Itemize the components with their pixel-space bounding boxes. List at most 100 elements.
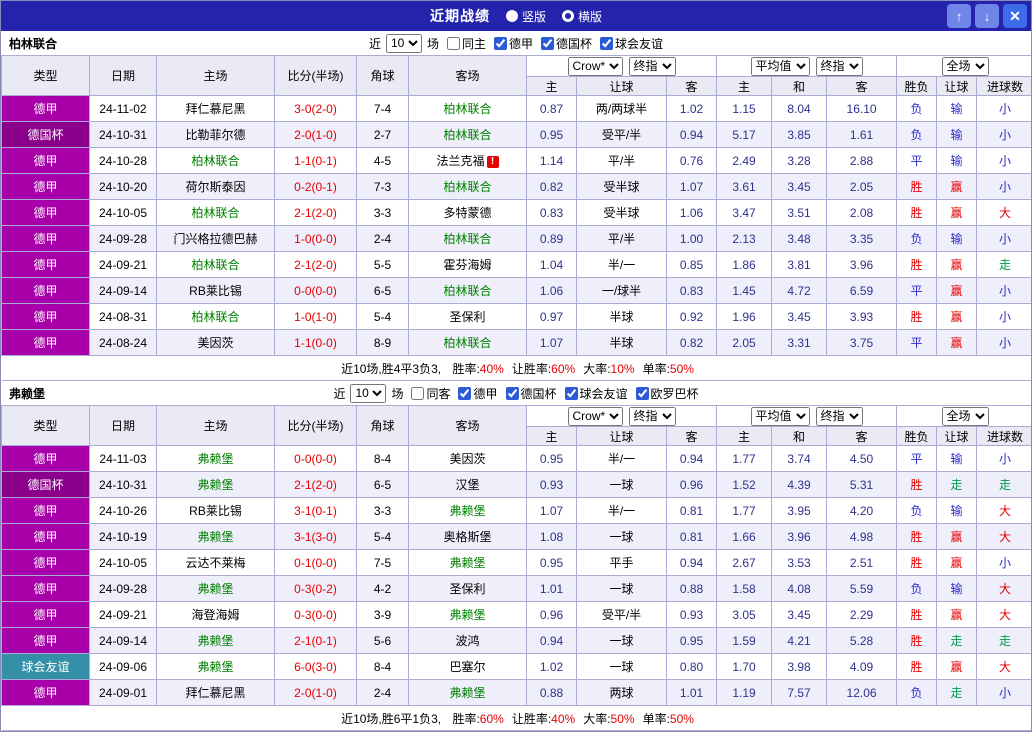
home-team-cell[interactable]: 柏林联合 — [156, 303, 275, 330]
euro-odds-source-select[interactable]: 终指 — [815, 56, 863, 76]
summary-stat-label: 单率: — [642, 711, 670, 726]
scope-select[interactable]: 全场 — [941, 56, 989, 76]
layout-horizontal-radio[interactable]: 横版 — [562, 8, 602, 25]
euro-draw-odds: 4.08 — [771, 575, 828, 602]
away-team-cell[interactable]: 波鸿 — [408, 627, 527, 654]
away-team-cell[interactable]: 霍芬海姆 — [408, 251, 527, 278]
home-team-cell[interactable]: 弗赖堡 — [156, 653, 275, 680]
same-venue-checkbox[interactable]: 同客 — [411, 385, 450, 402]
home-team-cell[interactable]: 柏林联合 — [156, 199, 275, 226]
away-team-cell[interactable]: 柏林联合 — [408, 225, 527, 252]
league-filter-checkbox-input[interactable] — [600, 36, 614, 50]
recent-label: 近 — [333, 386, 346, 401]
home-team-cell[interactable]: 柏林联合 — [156, 147, 275, 174]
home-team-cell[interactable]: 拜仁慕尼黑 — [156, 679, 275, 706]
away-team-cell[interactable]: 汉堡 — [408, 471, 527, 498]
league-filter-checkbox[interactable]: 德甲 — [458, 385, 498, 402]
away-team-cell[interactable]: 柏林联合 — [408, 173, 527, 200]
away-team-cell[interactable]: 柏林联合 — [408, 329, 527, 356]
result-outcome: 胜 — [896, 627, 938, 654]
result-handicap: 输 — [936, 95, 978, 122]
asian-line: 一球 — [576, 575, 667, 602]
away-team-cell[interactable]: 弗赖堡 — [408, 679, 527, 706]
home-team-cell[interactable]: 弗赖堡 — [156, 627, 275, 654]
corner-cell: 8-9 — [356, 329, 409, 356]
close-button[interactable]: ✕ — [1003, 4, 1027, 28]
league-filter-checkbox-input[interactable] — [505, 386, 519, 400]
home-team-cell[interactable]: 美因茨 — [156, 329, 275, 356]
same-venue-checkbox[interactable]: 同主 — [446, 35, 486, 52]
away-team-cell[interactable]: 弗赖堡 — [408, 497, 527, 524]
home-team-cell[interactable]: 柏林联合 — [156, 251, 275, 278]
league-filter-checkbox-input[interactable] — [635, 386, 649, 400]
move-up-button[interactable]: ↑ — [947, 4, 971, 28]
same-venue-checkbox-input[interactable] — [411, 386, 425, 400]
home-team-cell[interactable]: 海登海姆 — [156, 601, 275, 628]
alert-icon: ! — [486, 155, 499, 168]
league-filter-checkbox[interactable]: 德国杯 — [541, 35, 592, 52]
away-team-cell[interactable]: 巴塞尔 — [408, 653, 527, 680]
home-team-cell[interactable]: 弗赖堡 — [156, 575, 275, 602]
away-team-cell[interactable]: 法兰克福! — [408, 147, 527, 174]
home-team-cell[interactable]: 拜仁慕尼黑 — [156, 95, 275, 122]
league-filter-checkbox[interactable]: 德甲 — [494, 35, 533, 52]
away-team-cell[interactable]: 多特蒙德 — [408, 199, 527, 226]
date-cell: 24-11-02 — [89, 95, 157, 122]
radio-selected-icon — [562, 10, 574, 22]
euro-away-odds: 2.08 — [826, 199, 898, 226]
away-team-cell[interactable]: 柏林联合 — [408, 95, 527, 122]
euro-odds-source-select[interactable]: 平均值 — [750, 406, 810, 426]
away-team-cell[interactable]: 柏林联合 — [408, 121, 527, 148]
league-cell: 德甲 — [1, 173, 90, 200]
away-team-cell[interactable]: 圣保利 — [408, 303, 527, 330]
euro-odds-source: 平均值 终指 — [716, 405, 898, 427]
filter-bar: 近 10 场 同客 德甲 德国杯 球会友谊 欧罗巴杯 — [333, 383, 699, 403]
score-cell: 0-3(0-2) — [274, 575, 357, 602]
league-filter-checkbox-input[interactable] — [458, 386, 472, 400]
home-team-cell[interactable]: RB莱比锡 — [156, 497, 275, 524]
league-cell: 德甲 — [1, 199, 90, 226]
euro-odds-source-select[interactable]: 终指 — [815, 406, 863, 426]
layout-vertical-radio[interactable]: 竖版 — [505, 8, 546, 25]
away-team-cell[interactable]: 柏林联合 — [408, 277, 527, 304]
home-team-cell[interactable]: RB莱比锡 — [156, 277, 275, 304]
home-team-cell[interactable]: 荷尔斯泰因 — [156, 173, 275, 200]
summary-text: 近10场,胜6平1负3, — [341, 711, 445, 726]
away-team-cell[interactable]: 美因茨 — [408, 445, 527, 472]
away-team-cell[interactable]: 奥格斯堡 — [408, 523, 527, 550]
league-filter-checkbox[interactable]: 球会友谊 — [564, 385, 628, 402]
score-cell: 2-0(1-0) — [274, 121, 357, 148]
scope-select[interactable]: 全场 — [941, 406, 989, 426]
league-cell: 德国杯 — [1, 471, 90, 498]
asian-home-odds: 1.02 — [526, 653, 577, 680]
league-filter-checkbox-input[interactable] — [564, 386, 578, 400]
league-filter-checkbox[interactable]: 球会友谊 — [600, 35, 663, 52]
move-down-button[interactable]: ↓ — [975, 4, 999, 28]
asian-odds-source-select[interactable]: 终指 — [628, 56, 676, 76]
away-team-cell[interactable]: 弗赖堡 — [408, 601, 527, 628]
asian-odds-source-select[interactable]: Crow* — [567, 56, 623, 76]
league-filter-checkbox[interactable]: 德国杯 — [505, 385, 557, 402]
titlebar-center: 近期战绩 竖版 横版 — [430, 6, 602, 26]
away-team-cell[interactable]: 弗赖堡 — [408, 549, 527, 576]
euro-odds-source-select[interactable]: 平均值 — [750, 56, 810, 76]
home-team-cell[interactable]: 弗赖堡 — [156, 445, 275, 472]
league-filter-checkbox-input[interactable] — [541, 36, 555, 50]
league-filter-checkbox-input[interactable] — [494, 36, 507, 50]
asian-odds-source-select[interactable]: Crow* — [567, 406, 623, 426]
away-team-cell[interactable]: 圣保利 — [408, 575, 527, 602]
match-count-select[interactable]: 10 — [350, 383, 387, 403]
asian-away-odds: 0.92 — [665, 303, 718, 330]
same-venue-checkbox-input[interactable] — [446, 36, 460, 50]
summary-stat: 大率:10% — [583, 362, 634, 376]
summary-stat: 胜率:60% — [452, 712, 503, 726]
home-team-cell[interactable]: 弗赖堡 — [156, 523, 275, 550]
home-team-cell[interactable]: 云达不莱梅 — [156, 549, 275, 576]
home-team-cell[interactable]: 门兴格拉德巴赫 — [156, 225, 275, 252]
home-team-cell[interactable]: 弗赖堡 — [156, 471, 275, 498]
match-count-select[interactable]: 10 — [385, 33, 422, 53]
home-team-cell[interactable]: 比勒菲尔德 — [156, 121, 275, 148]
asian-odds-source-select[interactable]: 终指 — [628, 406, 676, 426]
league-filter-checkbox[interactable]: 欧罗巴杯 — [635, 385, 699, 402]
score-cell: 1-1(0-1) — [274, 147, 357, 174]
